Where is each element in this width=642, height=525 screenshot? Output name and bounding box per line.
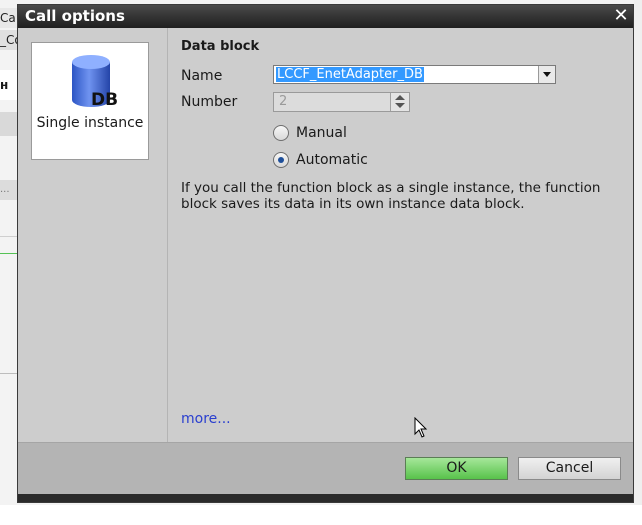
ok-button[interactable]: OK — [405, 457, 508, 480]
name-label: Name — [181, 68, 223, 84]
background-separator — [0, 236, 18, 237]
number-label: Number — [181, 94, 238, 110]
number-stepper[interactable]: 2 — [273, 92, 410, 112]
database-cylinder-icon: DB — [72, 55, 118, 109]
cancel-button[interactable]: Cancel — [518, 457, 621, 480]
chevron-down-icon[interactable] — [538, 66, 555, 83]
background-row-dots: ... — [0, 180, 18, 200]
close-icon[interactable]: ✕ — [611, 6, 631, 26]
radio-manual-circle[interactable] — [273, 125, 289, 141]
background-green-line — [0, 253, 18, 254]
stepper-down-icon[interactable] — [395, 103, 405, 108]
dialog-bottom-edge — [18, 494, 633, 502]
radio-automatic-circle[interactable] — [273, 152, 289, 168]
background-right-edge — [634, 0, 642, 525]
background-tab[interactable]: _Co — [0, 30, 18, 50]
number-value: 2 — [279, 94, 288, 109]
radio-automatic-label[interactable]: Automatic — [296, 151, 368, 169]
dialog-footer: OK Cancel — [18, 442, 633, 495]
name-value[interactable]: LCCF_EnetAdapter_DB — [276, 67, 424, 82]
description-text: If you call the function block as a sing… — [181, 180, 601, 212]
more-link[interactable]: more... — [181, 411, 231, 427]
mouse-cursor-icon — [414, 417, 428, 438]
background-heading: н — [0, 70, 18, 100]
section-title: Data block — [181, 39, 260, 54]
background-bottom-area — [0, 505, 642, 525]
single-instance-label: Single instance — [36, 115, 144, 131]
db-icon-text: DB — [91, 90, 118, 109]
stepper-buttons[interactable] — [390, 93, 409, 111]
name-combobox[interactable]: LCCF_EnetAdapter_DB — [273, 65, 556, 84]
single-instance-option[interactable]: DB Single instance — [31, 42, 149, 160]
stepper-up-icon[interactable] — [395, 95, 405, 100]
instance-type-pane: DB Single instance — [18, 28, 167, 442]
background-tab[interactable]: Ca — [0, 8, 18, 28]
dialog-title-bar[interactable]: Call options ✕ — [18, 5, 633, 28]
radio-manual-label[interactable]: Manual — [296, 124, 347, 142]
background-toolbar-strip — [0, 112, 18, 136]
data-block-settings: Data block Name LCCF_EnetAdapter_DB Numb… — [168, 28, 633, 442]
dialog-title: Call options — [25, 7, 125, 25]
background-separator — [0, 373, 18, 374]
radio-selected-dot — [278, 157, 284, 163]
call-options-dialog: Call options ✕ DB Single instance Data b — [17, 4, 634, 503]
